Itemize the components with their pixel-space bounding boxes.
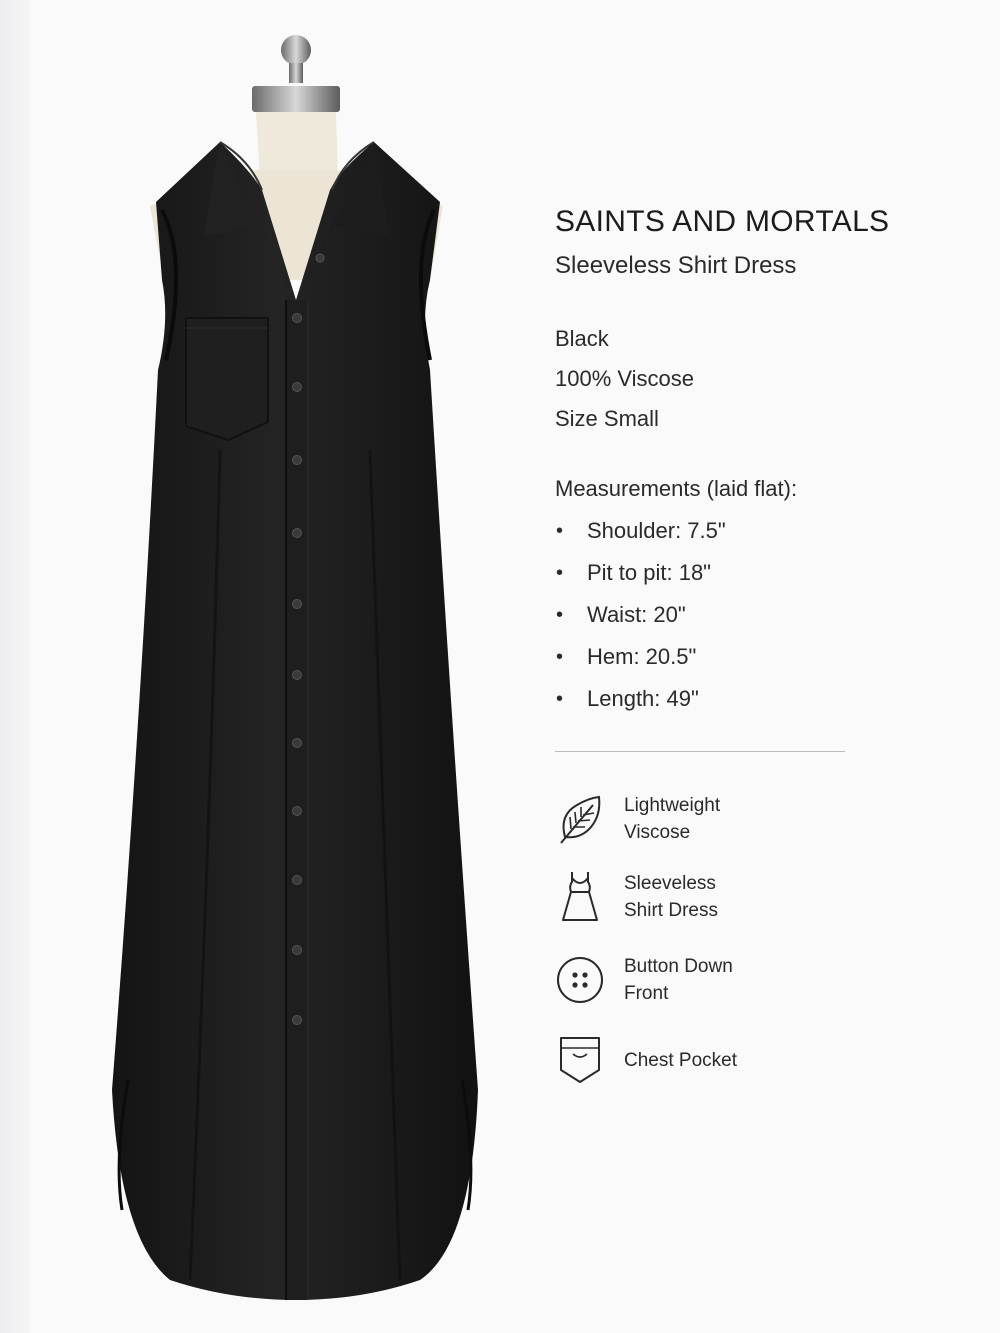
leaf-icon bbox=[555, 792, 605, 846]
list-item: • Shoulder: 7.5" bbox=[556, 518, 726, 543]
list-item: • Hem: 20.5" bbox=[556, 644, 697, 669]
feature-sleeveless-shirt-dress: Sleeveless Shirt Dress bbox=[555, 870, 784, 924]
list-item: • Pit to pit: 18" bbox=[556, 560, 711, 585]
product-size: Size Small bbox=[555, 406, 659, 431]
feature-line: Viscose bbox=[624, 822, 691, 843]
dress-on-mannequin-image bbox=[112, 35, 478, 1300]
section-divider bbox=[555, 751, 845, 752]
feature-line: Front bbox=[624, 983, 669, 1004]
feature-line: Chest Pocket bbox=[624, 1049, 737, 1071]
brand-name: SAINTS AND MORTALS bbox=[555, 205, 890, 238]
dress-icon bbox=[555, 870, 605, 924]
measurement-length: Length: 49" bbox=[587, 686, 699, 711]
feature-line: Lightweight bbox=[624, 795, 721, 816]
measurements-heading: Measurements (laid flat): bbox=[555, 476, 798, 501]
measurement-hem: Hem: 20.5" bbox=[587, 644, 697, 669]
measurement-waist: Waist: 20" bbox=[587, 602, 686, 627]
product-color: Black bbox=[555, 326, 609, 351]
left-edge-strip bbox=[0, 0, 30, 1333]
list-item: • Length: 49" bbox=[556, 686, 699, 711]
product-title: Sleeveless Shirt Dress bbox=[555, 252, 797, 279]
feature-lightweight-viscose: Lightweight Viscose bbox=[555, 792, 784, 846]
feature-line: Button Down bbox=[624, 956, 733, 977]
measurements-list: • Shoulder: 7.5" • Pit to pit: 18" • Waist:… bbox=[555, 518, 726, 728]
measurement-shoulder: Shoulder: 7.5" bbox=[587, 518, 726, 543]
feature-line: Shirt Dress bbox=[624, 900, 718, 921]
feature-button-down-front: Button Down Front bbox=[555, 953, 784, 1007]
product-photo bbox=[100, 30, 530, 1320]
button-icon bbox=[555, 953, 605, 1007]
feature-line: Sleeveless bbox=[624, 873, 716, 894]
product-card: SAINTS AND MORTALS Sleeveless Shirt Dres… bbox=[30, 0, 1000, 1333]
measurement-pit-to-pit: Pit to pit: 18" bbox=[587, 560, 711, 585]
pocket-icon bbox=[555, 1033, 605, 1087]
feature-chest-pocket: Chest Pocket bbox=[555, 1033, 784, 1087]
product-material: 100% Viscose bbox=[555, 366, 695, 391]
list-item: • Waist: 20" bbox=[556, 602, 686, 627]
